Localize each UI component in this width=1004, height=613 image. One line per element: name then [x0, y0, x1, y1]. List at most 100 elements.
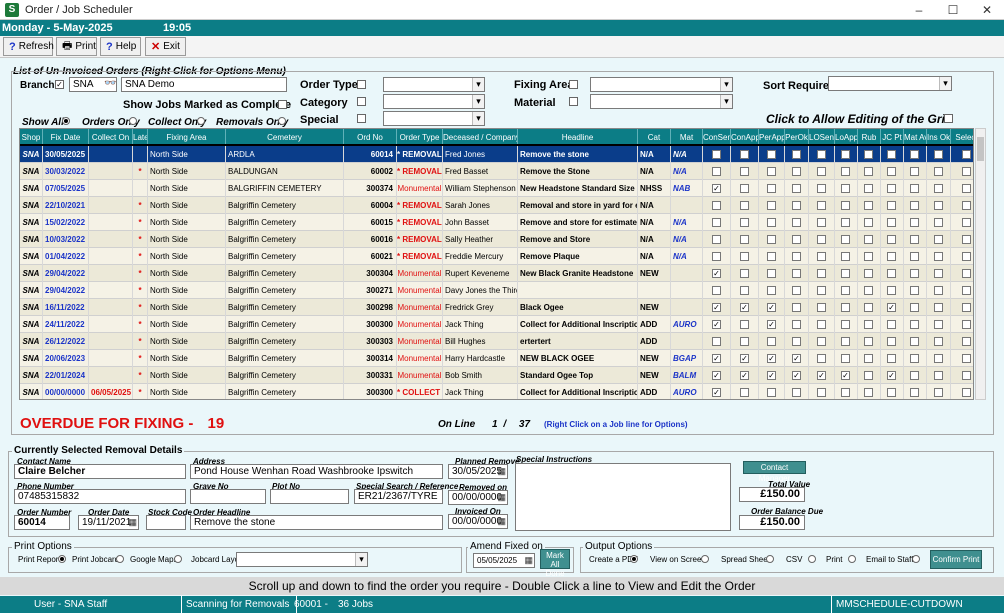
column-header-fix-date[interactable]: Fix Date — [43, 129, 89, 146]
table-row[interactable]: SNA 26/12/2022 * North Side Balgriffin Cemet… — [20, 333, 973, 350]
grid-checkbox-matav[interactable] — [910, 286, 919, 295]
grid-checkbox-conapp[interactable] — [740, 201, 749, 210]
fixing-area-checkbox[interactable] — [569, 80, 578, 89]
grid-checkbox-loapp[interactable] — [841, 269, 850, 278]
grid-scrollbar[interactable] — [975, 128, 986, 400]
grid-checkbox-insok[interactable] — [934, 286, 943, 295]
grid-checkbox-perok[interactable] — [792, 286, 801, 295]
show-complete-checkbox[interactable] — [278, 100, 287, 109]
grid-checkbox-losent[interactable] — [817, 286, 826, 295]
grid-checkbox-loapp[interactable] — [841, 320, 850, 329]
grid-checkbox-loapp[interactable] — [841, 252, 850, 261]
grid-checkbox-rub[interactable] — [864, 269, 873, 278]
invoiced-on-field[interactable]: 00/00/0000 — [448, 514, 508, 529]
material-select[interactable] — [590, 94, 733, 109]
jobcard-layout-select[interactable] — [236, 552, 368, 567]
grid-checkbox-perok[interactable] — [792, 269, 801, 278]
grid-checkbox-perapp[interactable] — [767, 201, 776, 210]
grid-checkbox-select[interactable] — [962, 269, 971, 278]
table-row[interactable]: SNA 10/03/2022 * North Side Balgriffin Cemet… — [20, 231, 973, 248]
grid-checkbox-perok[interactable] — [792, 150, 801, 159]
grid-checkbox-perapp[interactable] — [767, 184, 776, 193]
grid-checkbox-conapp[interactable]: ✓ — [740, 303, 749, 312]
order-number-field[interactable]: 60014 — [14, 515, 70, 530]
column-header-perapp[interactable]: PerApp — [759, 129, 785, 146]
grid-checkbox-rub[interactable] — [864, 320, 873, 329]
grid-checkbox-consent[interactable] — [712, 201, 721, 210]
grid-checkbox-conapp[interactable] — [740, 252, 749, 261]
grid-checkbox-matav[interactable] — [910, 184, 919, 193]
grid-checkbox-perapp[interactable] — [767, 286, 776, 295]
pdf-radio[interactable] — [630, 555, 638, 563]
column-header-losent[interactable]: LOSent — [809, 129, 835, 146]
grid-checkbox-losent[interactable] — [817, 354, 826, 363]
grid-checkbox-consent[interactable] — [712, 218, 721, 227]
grid-checkbox-perapp[interactable] — [767, 388, 776, 397]
table-row[interactable]: SNA 07/05/2025 North Side BALGRIFFIN CEMETE… — [20, 180, 973, 197]
table-row[interactable]: SNA 30/05/2025 North Side ARDLA 60014 * REMOV… — [20, 144, 973, 165]
minimize-icon[interactable]: – — [902, 0, 936, 20]
print-button[interactable]: 🖶 Print — [56, 37, 97, 56]
grid-checkbox-loapp[interactable] — [841, 337, 850, 346]
grid-checkbox-jcpt[interactable] — [887, 201, 896, 210]
grid-checkbox-jcpt[interactable] — [887, 184, 896, 193]
screen-radio[interactable] — [701, 555, 709, 563]
grid-checkbox-rub[interactable] — [864, 252, 873, 261]
grid-checkbox-rub[interactable] — [864, 218, 873, 227]
maximize-icon[interactable]: ☐ — [936, 0, 970, 20]
grid-checkbox-perapp[interactable]: ✓ — [767, 371, 776, 380]
grid-checkbox-consent[interactable] — [712, 252, 721, 261]
refresh-button[interactable]: ? Refresh — [3, 37, 54, 56]
grid-checkbox-matav[interactable] — [910, 150, 919, 159]
grid-checkbox-jcpt[interactable] — [887, 320, 896, 329]
branch-checkbox[interactable]: ✓ — [55, 80, 64, 89]
grid-checkbox-conapp[interactable] — [740, 150, 749, 159]
spreadsheet-radio[interactable] — [766, 555, 774, 563]
grid-checkbox-jcpt[interactable] — [887, 218, 896, 227]
grid-checkbox-insok[interactable] — [934, 337, 943, 346]
print-jobcard-radio[interactable] — [116, 555, 124, 563]
print-report-radio[interactable] — [58, 555, 66, 563]
grid-checkbox-loapp[interactable] — [841, 167, 850, 176]
column-header-select[interactable]: Select — [951, 129, 973, 146]
grid-checkbox-select[interactable] — [962, 184, 971, 193]
column-header-shop[interactable]: Shop — [20, 129, 43, 146]
grid-checkbox-select[interactable] — [962, 235, 971, 244]
collect-only-radio[interactable] — [197, 117, 205, 125]
grid-checkbox-insok[interactable] — [934, 218, 943, 227]
grid-checkbox-insok[interactable] — [934, 354, 943, 363]
grid-checkbox-consent[interactable]: ✓ — [712, 269, 721, 278]
column-header-mat[interactable]: Mat — [671, 129, 703, 146]
grid-checkbox-consent[interactable] — [712, 167, 721, 176]
column-header-rub[interactable]: Rub — [858, 129, 881, 146]
orders-grid[interactable]: Shop Fix Date Collect On Late Fixing Area Cem… — [19, 128, 974, 400]
special-instructions-field[interactable] — [515, 463, 731, 531]
grid-checkbox-jcpt[interactable] — [887, 167, 896, 176]
amend-date-field[interactable]: 05/05/2025 — [473, 553, 535, 568]
column-header-perok[interactable]: PerOk — [785, 129, 809, 146]
print-output-radio[interactable] — [848, 555, 856, 563]
removed-on-field[interactable]: 00/00/0000 — [448, 490, 508, 505]
column-header-order-type[interactable]: Order Type — [397, 129, 443, 146]
binoculars-icon[interactable]: 👓 — [104, 78, 116, 89]
grid-checkbox-rub[interactable] — [864, 235, 873, 244]
google-maps-radio[interactable] — [174, 555, 182, 563]
grid-checkbox-select[interactable] — [962, 167, 971, 176]
grid-checkbox-losent[interactable] — [817, 320, 826, 329]
table-row[interactable]: SNA 22/10/2021 * North Side Balgriffin Cemet… — [20, 197, 973, 214]
grid-checkbox-select[interactable] — [962, 320, 971, 329]
grid-checkbox-jcpt[interactable] — [887, 354, 896, 363]
exit-button[interactable]: ✕ Exit — [145, 37, 186, 56]
order-type-checkbox[interactable] — [357, 80, 366, 89]
grid-checkbox-loapp[interactable] — [841, 218, 850, 227]
help-button[interactable]: ? Help — [100, 37, 141, 56]
order-type-select[interactable] — [383, 77, 485, 92]
contact-name-field[interactable]: Claire Belcher — [14, 464, 186, 479]
column-header-ord-no[interactable]: Ord No — [344, 129, 397, 146]
grid-checkbox-insok[interactable] — [934, 269, 943, 278]
grid-checkbox-conapp[interactable] — [740, 320, 749, 329]
grid-checkbox-matav[interactable] — [910, 371, 919, 380]
table-row[interactable]: SNA 29/04/2022 * North Side Balgriffin Cemet… — [20, 282, 973, 299]
grid-checkbox-rub[interactable] — [864, 337, 873, 346]
contact-manager-button[interactable]: Contact Manager — [743, 461, 806, 483]
